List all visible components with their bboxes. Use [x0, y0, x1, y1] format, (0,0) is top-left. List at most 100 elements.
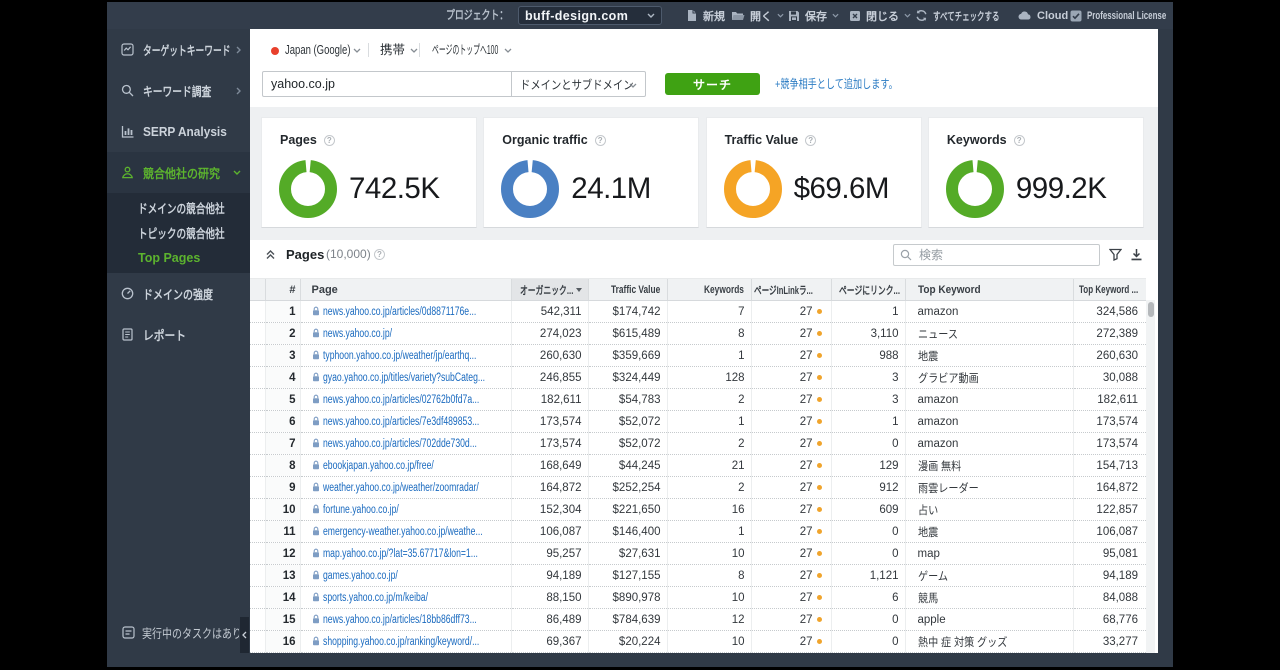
- help-icon: ?: [374, 249, 385, 260]
- donut-ring: [279, 160, 337, 218]
- device-selector[interactable]: 携帯: [380, 29, 405, 71]
- page-link[interactable]: news.yahoo.co.jp/articles/0d8871176e...: [323, 306, 476, 318]
- running-tasks-item[interactable]: 実行中のタスクはありません: [107, 612, 239, 653]
- page-link[interactable]: ebookjapan.yahoo.co.jp/free/: [323, 460, 434, 472]
- metric-card-value: $69.6M: [793, 172, 890, 205]
- page-link[interactable]: typhoon.yahoo.co.jp/weather/jp/earthq...: [323, 350, 476, 362]
- table-row: 11 emergency-weather.yahoo.co.jp/weathe..…: [250, 520, 1146, 543]
- scope-select[interactable]: ドメインとサブドメイン: [511, 71, 646, 97]
- sidebar-subitem-top-pages[interactable]: Top Pages: [107, 245, 250, 270]
- inlink-rank-cell: 27: [750, 454, 831, 477]
- page-link[interactable]: weather.yahoo.co.jp/weather/zoomradar/: [323, 482, 479, 494]
- domain-input[interactable]: [262, 71, 512, 97]
- location-selector[interactable]: Japan (Google): [285, 29, 350, 71]
- column-header-5[interactable]: Keywords: [666, 278, 751, 301]
- row-number: 4: [264, 366, 300, 389]
- top-keyword-traffic-cell: 324,586: [1072, 300, 1146, 323]
- download-icon[interactable]: [1130, 248, 1143, 261]
- column-header-2[interactable]: Page: [299, 278, 511, 301]
- filter-icon[interactable]: [1109, 248, 1122, 261]
- page-link[interactable]: emergency-weather.yahoo.co.jp/weathe...: [323, 526, 483, 538]
- column-header-7[interactable]: ページにリンク...: [830, 278, 905, 301]
- page-link[interactable]: shopping.yahoo.co.jp/ranking/keyword/...: [323, 636, 479, 648]
- links-to-page-cell: 1: [830, 300, 905, 323]
- organic-traffic-cell: 246,855: [510, 366, 588, 389]
- traffic-value-cell: $54,783: [587, 388, 667, 411]
- column-header-3[interactable]: オーガニック...: [510, 278, 588, 301]
- table-search-input[interactable]: [919, 248, 1093, 262]
- sidebar-collapse-button[interactable]: [240, 617, 249, 653]
- running-tasks-label: 実行中のタスクはありません: [142, 627, 239, 641]
- lock-icon: [312, 570, 320, 580]
- keyword-research-icon: [121, 84, 134, 97]
- toolbar-item-open[interactable]: 開く: [731, 2, 784, 29]
- project-dropdown[interactable]: buff-design.com: [518, 6, 662, 25]
- sidebar-subitem-ドメインの競合他社[interactable]: ドメインの競合他社: [107, 195, 250, 220]
- top-keyword-cell: ニュース: [904, 322, 1073, 345]
- depth-selector[interactable]: ページのトップへ100: [432, 29, 498, 71]
- page-link[interactable]: news.yahoo.co.jp/: [323, 328, 392, 340]
- row-spacer: [250, 344, 265, 367]
- sidebar-item-serp-analysis[interactable]: SERP Analysis: [107, 111, 250, 152]
- sidebar-item-keyword-research[interactable]: キーワード調査: [107, 70, 250, 111]
- search-button[interactable]: サーチ: [665, 73, 760, 95]
- toolbar-item-close[interactable]: 閉じる: [849, 2, 911, 29]
- column-header-8[interactable]: Top Keyword: [904, 278, 1073, 301]
- donut-ring: [945, 160, 1004, 218]
- lock-icon: [312, 350, 320, 360]
- sidebar-item-domain-strength[interactable]: ドメインの強度: [107, 273, 250, 314]
- table-row: 7 news.yahoo.co.jp/articles/702dde730d...…: [250, 432, 1146, 455]
- toolbar-item-cloud[interactable]: Cloud: [1018, 2, 1068, 29]
- organic-traffic-cell: 173,574: [510, 432, 588, 455]
- page-link[interactable]: news.yahoo.co.jp/articles/02762b0fd7a...: [323, 394, 479, 406]
- page-link[interactable]: news.yahoo.co.jp/articles/702dde730d...: [323, 438, 477, 450]
- page-link[interactable]: news.yahoo.co.jp/articles/18bb86dff73...: [323, 614, 477, 626]
- metric-card-title: Keywords: [946, 133, 1007, 147]
- open-folder-icon: [731, 10, 745, 22]
- collapse-panel-icon[interactable]: [265, 249, 276, 260]
- column-header-label: Top Keyword ...: [1078, 283, 1139, 296]
- page-link[interactable]: news.yahoo.co.jp/articles/7e3df489853...: [323, 416, 479, 428]
- sidebar-item-competitor-research[interactable]: 競合他社の研究: [107, 152, 250, 193]
- traffic-value-cell: $252,254: [587, 476, 667, 499]
- table-search-box[interactable]: [893, 244, 1100, 266]
- page-link[interactable]: fortune.yahoo.co.jp/: [323, 504, 399, 516]
- lock-icon: [312, 592, 320, 602]
- inlink-rank-dot: [816, 418, 822, 424]
- links-to-page-cell: 988: [830, 344, 905, 367]
- scrollbar-thumb[interactable]: [1147, 302, 1154, 317]
- panel-count: (10,000): [326, 247, 371, 261]
- row-spacer: [250, 520, 265, 543]
- toolbar-item-license[interactable]: Professional License: [1070, 2, 1166, 29]
- chevron-down-icon[interactable]: [410, 48, 418, 53]
- page-link[interactable]: sports.yahoo.co.jp/m/keiba/: [323, 592, 428, 604]
- keywords-cell: 1: [666, 520, 751, 543]
- sidebar: ターゲットキーワード キーワード調査 SERP Analysis 競合他社の研究 ドメイ…: [107, 29, 250, 653]
- keywords-cell: 8: [666, 564, 751, 587]
- toolbar-item-check-all[interactable]: すべてチェックする: [915, 2, 1000, 29]
- chevron-down-icon[interactable]: [353, 48, 361, 53]
- inlink-rank-dot: [816, 484, 822, 490]
- sidebar-subitem-トピックの競合他社[interactable]: トピックの競合他社: [107, 220, 250, 245]
- chevron-down-icon[interactable]: [504, 48, 512, 53]
- inlink-rank-dot: [816, 374, 822, 380]
- column-header-4[interactable]: Traffic Value: [587, 278, 667, 301]
- traffic-value-cell: $20,224: [587, 630, 667, 653]
- column-header-6[interactable]: ページInLinkラ...: [750, 278, 831, 301]
- help-icon: ?: [805, 134, 817, 146]
- top-keyword-cell: 占い: [904, 498, 1073, 521]
- toolbar-item-new[interactable]: 新規: [686, 2, 725, 29]
- column-header-9[interactable]: Top Keyword ...: [1072, 278, 1146, 301]
- top-keyword-cell: amazon: [904, 388, 1073, 411]
- column-header-1[interactable]: #: [264, 278, 300, 301]
- sidebar-item-target-keywords[interactable]: ターゲットキーワード: [107, 29, 250, 70]
- page-link[interactable]: gyao.yahoo.co.jp/titles/variety?subCateg…: [323, 372, 485, 384]
- table-scrollbar[interactable]: [1146, 300, 1155, 653]
- page-link[interactable]: map.yahoo.co.jp/?lat=35.67717&lon=1...: [323, 548, 478, 560]
- close-project-icon: [849, 10, 861, 22]
- main-content: Japan (Google) 携帯 ページのトップへ100 ドメインとサブドメイ…: [250, 29, 1158, 653]
- sidebar-item-reports[interactable]: レポート: [107, 314, 250, 355]
- toolbar-item-save[interactable]: 保存: [788, 2, 839, 29]
- page-link[interactable]: games.yahoo.co.jp/: [323, 570, 398, 582]
- metric-card-traffic-value: Traffic Value? $69.6M: [705, 117, 922, 228]
